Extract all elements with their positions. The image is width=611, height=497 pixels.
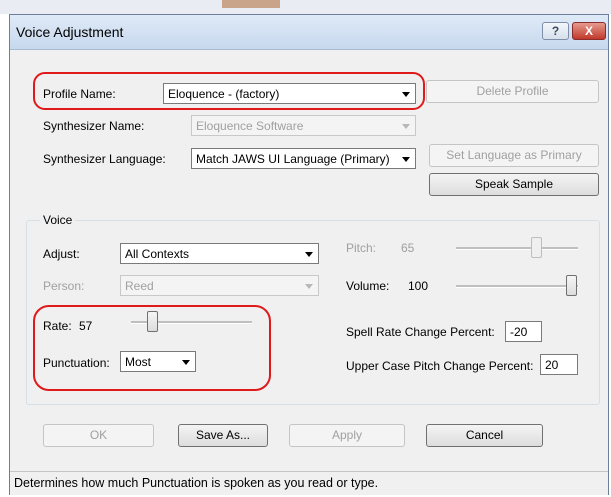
synthesizer-name-value: Eloquence Software [196,119,304,133]
adjust-value: All Contexts [125,247,190,261]
pitch-label: Pitch: [346,241,377,255]
spell-rate-input[interactable]: -20 [505,321,542,342]
volume-slider-track [456,285,578,288]
highlight-profile-box [33,72,425,110]
person-value: Reed [125,279,154,293]
synthesizer-name-combobox[interactable]: Eloquence Software [191,115,416,136]
volume-label: Volume: [346,279,390,293]
chevron-down-icon [305,252,313,257]
cancel-button[interactable]: Cancel [426,424,543,447]
chevron-down-icon [305,284,313,289]
synthesizer-language-combobox[interactable]: Match JAWS UI Language (Primary) [191,148,416,169]
status-bar: Determines how much Punctuation is spoke… [10,471,608,495]
upper-case-pitch-label: Upper Case Pitch Change Percent: [346,359,534,373]
pitch-slider-track [456,247,578,250]
set-language-primary-button[interactable]: Set Language as Primary [429,144,599,167]
volume-value: 100 [408,279,429,293]
title-bar: Voice Adjustment ? X [10,15,608,50]
status-text: Determines how much Punctuation is spoke… [14,476,379,490]
spell-rate-label: Spell Rate Change Percent: [346,325,495,339]
pitch-value: 65 [401,241,415,255]
dialog-title: Voice Adjustment [16,24,124,40]
adjust-label: Adjust: [43,247,80,261]
chevron-down-icon [402,124,410,129]
person-label: Person: [43,279,85,293]
highlight-rate-punctuation-box [33,305,271,391]
voice-adjustment-dialog: Voice Adjustment ? X Profile Name: Eloqu… [9,14,609,495]
ok-button[interactable]: OK [43,424,154,447]
pitch-slider-thumb[interactable] [531,237,542,258]
help-button[interactable]: ? [542,22,569,40]
chevron-down-icon [402,157,410,162]
apply-button[interactable]: Apply [289,424,405,447]
background-thumbnail [222,0,280,8]
synthesizer-language-value: Match JAWS UI Language (Primary) [196,152,390,166]
volume-slider-thumb[interactable] [566,275,577,296]
delete-profile-button[interactable]: Delete Profile [426,80,599,103]
voice-group-label: Voice [40,213,76,227]
synthesizer-language-label: Synthesizer Language: [43,152,166,166]
close-button[interactable]: X [572,22,606,40]
synthesizer-name-label: Synthesizer Name: [43,119,145,133]
save-as-button[interactable]: Save As... [178,424,268,447]
upper-case-pitch-input[interactable]: 20 [540,354,578,375]
adjust-combobox[interactable]: All Contexts [120,243,319,264]
background-window-strip [0,0,611,14]
person-combobox[interactable]: Reed [120,275,319,296]
speak-sample-button[interactable]: Speak Sample [429,173,599,196]
